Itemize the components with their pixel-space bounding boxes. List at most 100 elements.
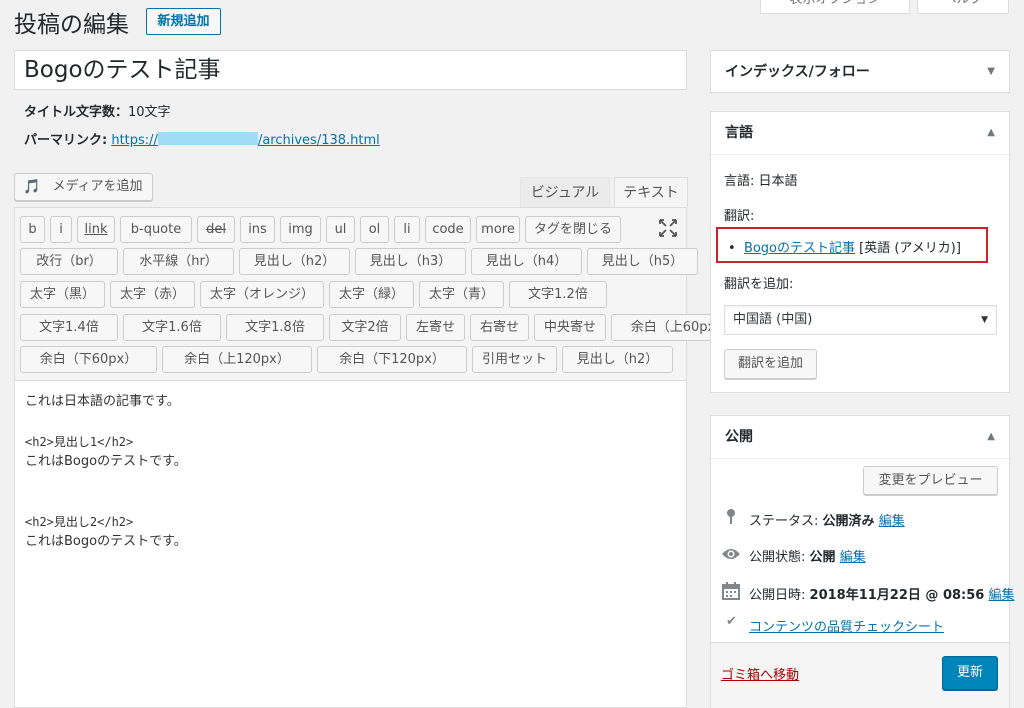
- index-follow-box: インデックス/フォロー ▼: [710, 50, 1010, 93]
- page-title: 投稿の編集: [14, 12, 129, 38]
- quicktag-button[interactable]: ol: [360, 216, 389, 243]
- preview-changes-button[interactable]: 変更をプレビュー: [863, 466, 998, 495]
- language-select[interactable]: 中国語 (中国) ▼: [724, 305, 997, 335]
- add-translation-label: 翻訳を追加:: [724, 277, 794, 292]
- quicktag-button[interactable]: 文字1.8倍: [226, 314, 324, 341]
- publish-header[interactable]: 公開 ▲: [711, 416, 1009, 459]
- screen-options-tab[interactable]: 表示オプション: [760, 0, 910, 14]
- quicktag-button[interactable]: 中央寄せ: [534, 314, 606, 341]
- edit-status-link[interactable]: 編集: [879, 514, 905, 529]
- fullscreen-icon[interactable]: [658, 218, 678, 238]
- add-new-button[interactable]: 新規追加: [146, 8, 221, 35]
- language-header[interactable]: 言語 ▲: [711, 112, 1009, 155]
- chevron-up-icon[interactable]: ▲: [987, 416, 995, 458]
- quicktag-button[interactable]: 余白（下60px）: [20, 346, 157, 373]
- quicktag-button[interactable]: code: [425, 216, 471, 243]
- update-button[interactable]: 更新: [942, 656, 998, 690]
- help-tab[interactable]: ヘルプ: [917, 0, 1009, 14]
- editor-line: これは日本語の記事です。: [25, 394, 180, 409]
- eye-icon: [721, 546, 741, 560]
- index-follow-title: インデックス/フォロー: [725, 64, 870, 80]
- permalink-label: パーマリンク:: [24, 133, 108, 148]
- quicktag-button[interactable]: 太字（赤）: [110, 281, 195, 308]
- quicktag-button[interactable]: 太字（緑）: [329, 281, 414, 308]
- permalink-link[interactable]: https:///archives/138.html: [111, 132, 380, 148]
- chevron-down-icon[interactable]: ▼: [987, 51, 995, 93]
- quicktag-button[interactable]: 見出し（h2）: [239, 248, 350, 275]
- index-follow-header[interactable]: インデックス/フォロー ▼: [711, 51, 1009, 93]
- char-count-label: タイトル文字数：: [24, 105, 129, 120]
- add-translation-button[interactable]: 翻訳を追加: [724, 349, 817, 379]
- quicktag-button[interactable]: img: [280, 216, 321, 243]
- add-media-label: メディアを追加: [52, 179, 143, 194]
- quicktag-button[interactable]: 文字2倍: [329, 314, 401, 341]
- char-count-value: 10文字: [128, 105, 171, 120]
- quicktag-button[interactable]: ul: [326, 216, 355, 243]
- status-row: ステータス: 公開済み 編集: [749, 510, 905, 529]
- add-media-button[interactable]: 🎵 メディアを追加: [14, 173, 153, 201]
- quicktag-button[interactable]: 太字（黒）: [20, 281, 105, 308]
- quicktag-button[interactable]: 文字1.4倍: [20, 314, 118, 341]
- quicktag-button[interactable]: b-quote: [120, 216, 192, 243]
- translations-label: 翻訳:: [724, 209, 755, 224]
- quicktag-button[interactable]: 引用セット: [472, 346, 557, 373]
- quicktag-button[interactable]: li: [394, 216, 420, 243]
- visibility-row: 公開状態: 公開 編集: [749, 546, 866, 565]
- quicktag-button[interactable]: 太字（青）: [419, 281, 504, 308]
- publish-date-label: 公開日時:: [749, 588, 806, 603]
- tab-text[interactable]: テキスト: [614, 177, 688, 207]
- quicktag-button[interactable]: 見出し（h3）: [355, 248, 466, 275]
- language-title: 言語: [725, 125, 753, 141]
- editor-line: これはBogoのテストです。: [25, 534, 187, 549]
- editor-textarea[interactable]: これは日本語の記事です。 <h2>見出し1</h2> これはBogoのテストです。 <…: [25, 392, 187, 552]
- dropdown-arrow-icon: ▼: [981, 315, 988, 325]
- quality-row: コンテンツの品質チェックシート: [749, 616, 944, 635]
- publish-date-row: 公開日時: 2018年11月22日 @ 08:56 編集: [749, 584, 1014, 603]
- quicktag-button[interactable]: 改行（br）: [20, 248, 118, 275]
- tab-visual[interactable]: ビジュアル: [520, 177, 610, 207]
- move-to-trash-link[interactable]: ゴミ箱へ移動: [721, 668, 799, 683]
- quicktag-button[interactable]: 左寄せ: [406, 314, 465, 341]
- quicktag-button[interactable]: 余白（上120px）: [162, 346, 312, 373]
- permalink-row: パーマリンク: https:///archives/138.html: [24, 129, 380, 148]
- edit-visibility-link[interactable]: 編集: [840, 550, 866, 565]
- visibility-value: 公開: [809, 550, 836, 565]
- quicktag-button[interactable]: del: [197, 216, 235, 243]
- media-icon: 🎵: [23, 179, 41, 195]
- quicktag-button[interactable]: 文字1.2倍: [509, 281, 607, 308]
- quicktag-button[interactable]: 右寄せ: [470, 314, 529, 341]
- calendar-icon: [722, 582, 740, 600]
- language-select-value: 中国語 (中国): [733, 312, 813, 327]
- pin-icon: [724, 508, 738, 526]
- quicktag-button[interactable]: 見出し（h2）: [562, 346, 673, 373]
- editor-line: <h2>見出し2</h2>: [25, 515, 134, 529]
- publish-title: 公開: [725, 429, 753, 445]
- quicktag-button[interactable]: link: [77, 216, 115, 243]
- editor-line: <h2>見出し1</h2>: [25, 435, 134, 449]
- redacted-domain: [157, 132, 258, 145]
- quicktag-button[interactable]: 水平線（hr）: [123, 248, 234, 275]
- edit-date-link[interactable]: 編集: [988, 588, 1014, 603]
- quicktag-button[interactable]: 余白（下120px）: [317, 346, 467, 373]
- quicktag-button[interactable]: ins: [240, 216, 275, 243]
- status-value: 公開済み: [822, 514, 875, 529]
- quicktag-button[interactable]: i: [50, 216, 72, 243]
- quicktag-button[interactable]: more: [476, 216, 520, 243]
- checkmark-icon: ✔: [726, 614, 737, 629]
- quicktag-button[interactable]: タグを閉じる: [525, 216, 621, 243]
- trash-row: ゴミ箱へ移動: [721, 664, 799, 683]
- translation-highlight-box: [716, 227, 988, 263]
- chevron-up-icon[interactable]: ▲: [987, 112, 995, 154]
- quality-checklist-link[interactable]: コンテンツの品質チェックシート: [749, 620, 944, 635]
- quicktag-button[interactable]: 太字（オレンジ）: [200, 281, 324, 308]
- quicktag-button[interactable]: 見出し（h4）: [471, 248, 582, 275]
- editor-line: これはBogoのテストです。: [25, 454, 187, 469]
- publish-date-value: 2018年11月22日 @ 08:56: [809, 588, 985, 603]
- quicktag-button[interactable]: 見出し（h5）: [587, 248, 698, 275]
- post-title-input[interactable]: Bogoのテスト記事: [14, 50, 687, 90]
- quicktag-button[interactable]: 文字1.6倍: [123, 314, 221, 341]
- current-language: 言語: 日本語: [724, 174, 798, 189]
- quicktag-button[interactable]: b: [20, 216, 45, 243]
